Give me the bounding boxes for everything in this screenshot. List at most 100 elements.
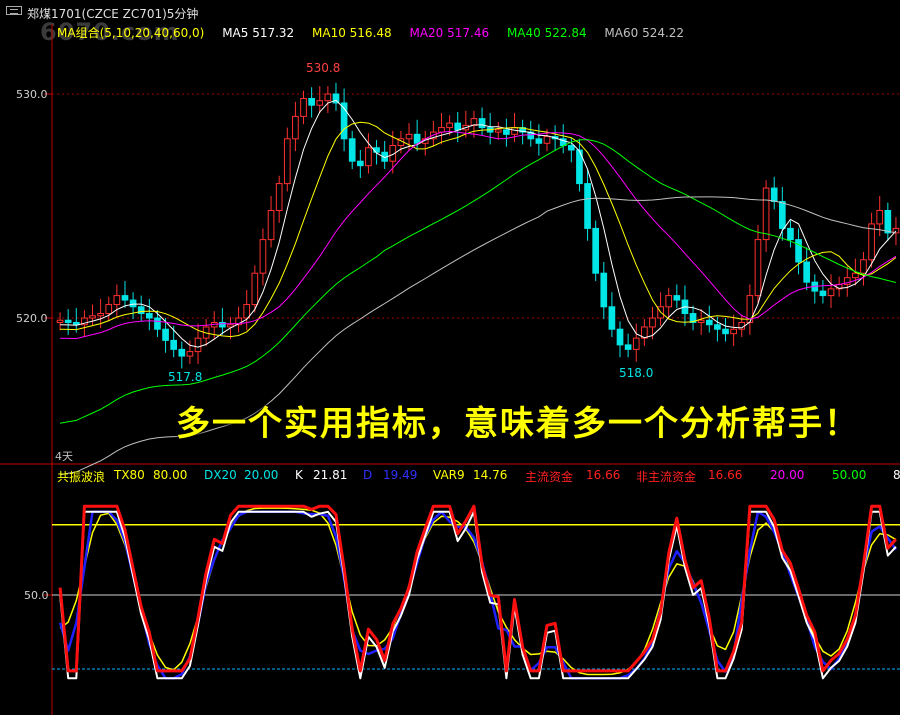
ind-level-80: 8 bbox=[893, 468, 900, 482]
candle-down bbox=[608, 306, 616, 330]
candle-down bbox=[600, 272, 608, 308]
candle-down bbox=[803, 261, 811, 283]
candle-up bbox=[470, 118, 478, 126]
candle-up bbox=[105, 304, 113, 315]
candle-down bbox=[535, 138, 543, 144]
candle-up bbox=[697, 319, 705, 323]
candle-down bbox=[154, 317, 161, 330]
candle-up bbox=[194, 337, 202, 353]
candle-down bbox=[616, 328, 624, 346]
ind-k-value: 21.81 bbox=[313, 468, 348, 482]
candle-down bbox=[178, 348, 186, 357]
candle-up bbox=[754, 239, 762, 297]
candle-down bbox=[673, 295, 681, 301]
candle-up bbox=[365, 147, 372, 167]
ind-k-label: K bbox=[295, 468, 303, 482]
candle-down bbox=[705, 319, 713, 326]
candle-up bbox=[186, 351, 194, 357]
candle-up bbox=[632, 337, 640, 350]
candle-up bbox=[438, 127, 445, 133]
candle-up bbox=[300, 97, 307, 117]
ind-main-fund-label: 主流资金 bbox=[525, 470, 574, 484]
candle-down bbox=[170, 339, 178, 350]
candle-up bbox=[649, 317, 656, 328]
candle-down bbox=[778, 201, 786, 229]
annotation-low-left: 517.8 bbox=[168, 370, 203, 384]
candle-down bbox=[64, 319, 72, 323]
period-label: 4天 bbox=[55, 450, 73, 463]
candle-up bbox=[762, 187, 770, 241]
candle-up bbox=[89, 315, 96, 319]
candle-up bbox=[543, 136, 551, 144]
candle-down bbox=[503, 129, 510, 135]
ind-var9-label: VAR9 bbox=[433, 468, 465, 482]
candle-down bbox=[624, 344, 632, 350]
candle-up bbox=[494, 129, 502, 133]
candle-up bbox=[730, 328, 737, 335]
candle-up bbox=[56, 319, 64, 323]
ind-nonmain-fund-value: 16.66 bbox=[708, 468, 743, 482]
annotation-low-mid: 518.0 bbox=[619, 366, 654, 380]
candle-down bbox=[795, 239, 802, 263]
candle-up bbox=[446, 122, 453, 129]
ma5-line bbox=[60, 99, 897, 348]
candle-up bbox=[405, 133, 413, 140]
ind-var9-value: 14.76 bbox=[473, 468, 508, 482]
candle-up bbox=[316, 100, 324, 106]
candle-down bbox=[819, 290, 827, 297]
candle-down bbox=[714, 324, 721, 330]
candle-up bbox=[251, 272, 259, 306]
candle-down bbox=[592, 227, 600, 274]
candle-down bbox=[121, 295, 129, 301]
candle-up bbox=[324, 93, 332, 102]
candle-down bbox=[348, 138, 356, 162]
candle-down bbox=[884, 209, 892, 234]
candle-down bbox=[770, 187, 778, 203]
price-tick-530: 530.0 bbox=[16, 88, 48, 101]
candle-up bbox=[860, 259, 867, 274]
candle-up bbox=[243, 304, 251, 319]
candle-down bbox=[162, 328, 169, 341]
headline-caption: 多一个实用指标，意味着多一个分析帮手！ bbox=[176, 404, 860, 444]
indicator-tick-50: 50.0 bbox=[24, 589, 49, 602]
annotation-high: 530.8 bbox=[306, 61, 341, 75]
candle-down bbox=[308, 97, 315, 106]
ind-d-value: 19.49 bbox=[383, 468, 418, 482]
ind-level-50: 50.00 bbox=[832, 468, 867, 482]
ind-dx20-value: 20.00 bbox=[244, 468, 279, 482]
candle-down bbox=[722, 328, 729, 335]
candle-up bbox=[113, 295, 121, 306]
candle-up bbox=[283, 138, 291, 185]
candle-up bbox=[275, 183, 283, 211]
ma10-line bbox=[60, 121, 897, 338]
candle-up bbox=[876, 209, 884, 225]
candle-down bbox=[129, 299, 137, 308]
candle-down bbox=[137, 306, 145, 315]
candle-down bbox=[145, 313, 153, 319]
candle-down bbox=[584, 183, 591, 229]
ind-nonmain-fund-label: 非主流资金 bbox=[636, 470, 697, 484]
candle-down bbox=[787, 227, 794, 241]
candle-down bbox=[567, 145, 575, 151]
ind-d-label: D bbox=[363, 468, 373, 482]
candle-up bbox=[827, 288, 835, 297]
candle-up bbox=[259, 239, 267, 274]
candle-up bbox=[852, 272, 859, 279]
candle-up bbox=[97, 313, 104, 317]
ind-tx80-value: 80.00 bbox=[153, 468, 188, 482]
candle-down bbox=[478, 118, 486, 129]
ind-tx80-label: TX80 bbox=[114, 468, 145, 482]
main-fund-line bbox=[58, 504, 898, 673]
candle-down bbox=[356, 160, 364, 167]
candle-down bbox=[413, 133, 421, 144]
chart-canvas[interactable] bbox=[0, 0, 900, 715]
price-tick-520: 520.0 bbox=[16, 312, 48, 325]
candle-up bbox=[665, 295, 673, 308]
ind-dx20-label: DX20 bbox=[204, 468, 237, 482]
candle-up bbox=[292, 115, 299, 140]
ind-level-20: 20.00 bbox=[770, 468, 805, 482]
ind-main-fund-value: 16.66 bbox=[586, 468, 621, 482]
candle-down bbox=[219, 321, 226, 328]
ind-name: 共振波浪 bbox=[57, 470, 106, 484]
candle-up bbox=[267, 209, 275, 241]
